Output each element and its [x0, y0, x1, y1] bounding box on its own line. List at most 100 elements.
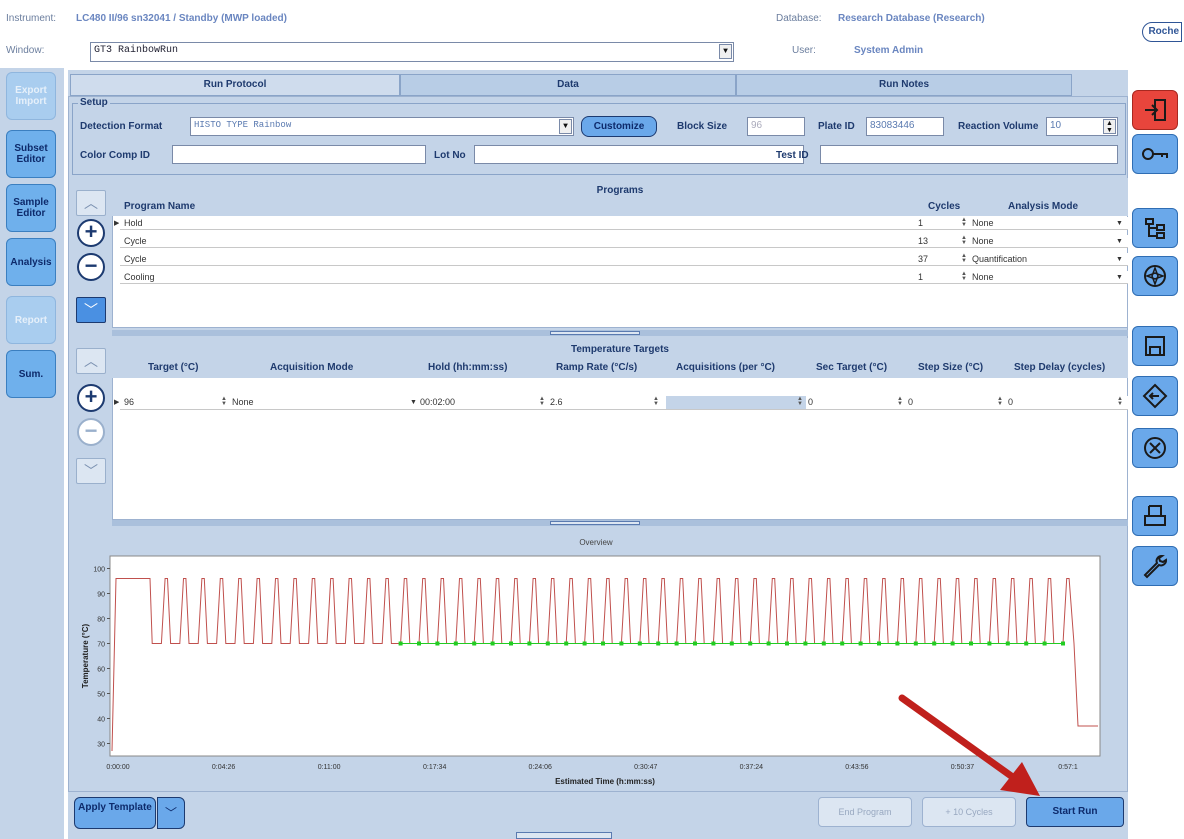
key-icon: [1142, 148, 1168, 160]
chevron-down-icon[interactable]: ▼: [1116, 217, 1123, 230]
detection-format-select[interactable]: HISTO TYPE Rainbow ▼: [190, 117, 574, 136]
tab-run-protocol[interactable]: Run Protocol: [70, 74, 400, 96]
add-target-button[interactable]: +: [77, 384, 105, 412]
tab-run-notes[interactable]: Run Notes: [736, 74, 1072, 96]
analysis-button[interactable]: Analysis: [6, 238, 56, 286]
spinner-icon[interactable]: ▲ ▼: [1116, 396, 1124, 408]
spinner-icon[interactable]: ▲ ▼: [996, 396, 1004, 408]
detection-format-value: HISTO TYPE Rainbow: [194, 120, 292, 130]
save-icon: [1145, 336, 1165, 356]
row-pointer-icon: ▶: [114, 399, 120, 406]
color-comp-label: Color Comp ID: [80, 150, 150, 161]
window-select[interactable]: GT3 RainbowRun ▼: [90, 42, 734, 62]
print-button[interactable]: [1132, 496, 1178, 536]
splitter-handle[interactable]: [516, 832, 612, 839]
chevron-down-icon[interactable]: ﹀: [157, 797, 185, 829]
x-axis-label: Estimated Time (h:mm:ss): [555, 777, 655, 786]
test-id-field[interactable]: [820, 145, 1118, 164]
report-button[interactable]: Report: [6, 296, 56, 344]
chevron-down-icon[interactable]: ▼: [719, 44, 732, 59]
chevron-down-icon[interactable]: ▼: [410, 396, 417, 409]
target-move-down-button[interactable]: ﹀: [76, 458, 106, 484]
export-import-button[interactable]: Export Import: [6, 72, 56, 120]
database-label: Database:: [776, 13, 822, 24]
x-tick-label: 0:00:00: [106, 764, 129, 771]
splitter-handle[interactable]: [550, 331, 640, 335]
chart-title: Overview: [579, 538, 613, 547]
table-row[interactable]: Cycle 37 ▲ ▼ Quantification ▼: [120, 253, 1128, 266]
tools-button[interactable]: [1132, 546, 1178, 586]
table-row[interactable]: ▶ 96 ▲ ▼ None ▼ 00:02:00 ▲ ▼ 2.6 ▲ ▼ ▲ ▼ 0 ▲…: [114, 396, 1128, 410]
stepper-arrows-icon[interactable]: ▲ ▼: [1103, 119, 1116, 134]
navigator-button[interactable]: [1132, 208, 1178, 248]
end-program-button[interactable]: End Program: [818, 797, 912, 827]
export-button[interactable]: [1132, 376, 1178, 416]
y-tick-label: 40: [97, 717, 105, 724]
col-step-delay: Step Delay (cycles): [1014, 362, 1106, 373]
spinner-icon[interactable]: ▲ ▼: [538, 396, 546, 408]
close-button[interactable]: [1132, 428, 1178, 468]
sample-editor-button[interactable]: Sample Editor: [6, 184, 56, 232]
spinner-icon[interactable]: ▲ ▼: [896, 396, 904, 408]
table-row[interactable]: ▶ Hold 1 ▲ ▼ None ▼: [114, 217, 1128, 230]
instrument-value: LC480 II/96 sn32041 / Standby (MWP loade…: [76, 13, 287, 24]
move-up-button[interactable]: ︿: [76, 190, 106, 216]
table-row[interactable]: Cooling 1 ▲ ▼ None ▼: [120, 271, 1128, 284]
y-tick-label: 90: [97, 592, 105, 599]
chevron-down-icon[interactable]: ▼: [1116, 235, 1123, 248]
table-row[interactable]: Cycle 13 ▲ ▼ None ▼: [120, 235, 1128, 248]
export-diamond-icon: [1142, 383, 1168, 409]
exit-button[interactable]: [1132, 90, 1178, 130]
lot-no-field[interactable]: [474, 145, 804, 164]
sum-button[interactable]: Sum.: [6, 350, 56, 398]
apply-template-button[interactable]: Apply Template: [74, 797, 156, 829]
color-comp-field[interactable]: [172, 145, 426, 164]
annotation-arrow: [898, 694, 1040, 796]
start-run-button[interactable]: Start Run: [1026, 797, 1124, 827]
reaction-volume-label: Reaction Volume: [958, 121, 1039, 132]
lot-no-label: Lot No: [434, 150, 466, 161]
y-tick-label: 80: [97, 617, 105, 624]
spinner-icon[interactable]: ▲ ▼: [796, 396, 804, 408]
database-value: Research Database (Research): [838, 13, 985, 24]
add-program-button[interactable]: +: [77, 219, 105, 247]
y-tick-label: 30: [97, 742, 105, 749]
setup-group: [72, 103, 1126, 175]
spinner-icon[interactable]: ▲ ▼: [960, 235, 968, 247]
spinner-icon[interactable]: ▲ ▼: [960, 217, 968, 229]
spinner-icon[interactable]: ▲ ▼: [652, 396, 660, 408]
x-tick-label: 0:30:47: [634, 764, 657, 771]
block-size-field[interactable]: 96: [747, 117, 805, 136]
splitter-handle[interactable]: [550, 521, 640, 525]
x-tick-label: 0:43:56: [845, 764, 868, 771]
chevron-down-icon[interactable]: ▼: [559, 119, 572, 134]
add-10-cycles-button[interactable]: + 10 Cycles: [922, 797, 1016, 827]
block-size-label: Block Size: [677, 121, 728, 132]
tab-data[interactable]: Data: [400, 74, 736, 96]
spinner-icon[interactable]: ▲ ▼: [960, 253, 968, 265]
col-analysis-mode: Analysis Mode: [1008, 201, 1079, 212]
overview-button[interactable]: [1132, 256, 1178, 296]
x-tick-label: 0:37:24: [740, 764, 763, 771]
col-sec-target: Sec Target (°C): [816, 362, 888, 373]
reaction-volume-value: 10: [1050, 120, 1062, 131]
subset-editor-button[interactable]: Subset Editor: [6, 130, 56, 178]
x-tick-label: 0:17:34: [423, 764, 446, 771]
plate-id-field[interactable]: 83083446: [866, 117, 944, 136]
col-cycles: Cycles: [928, 201, 961, 212]
compass-icon: [1144, 265, 1166, 287]
reaction-volume-stepper[interactable]: 10 ▲ ▼: [1046, 117, 1118, 136]
chevron-down-icon[interactable]: ▼: [1116, 271, 1123, 284]
spinner-icon[interactable]: ▲ ▼: [220, 396, 228, 408]
remove-program-button[interactable]: −: [77, 253, 105, 281]
login-button[interactable]: [1132, 134, 1178, 174]
y-tick-label: 70: [97, 642, 105, 649]
move-down-button[interactable]: ﹀: [76, 297, 106, 323]
remove-target-button[interactable]: −: [77, 418, 105, 446]
spinner-icon[interactable]: ▲ ▼: [960, 271, 968, 283]
target-move-up-button[interactable]: ︿: [76, 348, 106, 374]
x-tick-label: 0:11:00: [318, 764, 341, 771]
customize-button[interactable]: Customize: [581, 116, 657, 137]
chevron-down-icon[interactable]: ▼: [1116, 253, 1123, 266]
save-button[interactable]: [1132, 326, 1178, 366]
